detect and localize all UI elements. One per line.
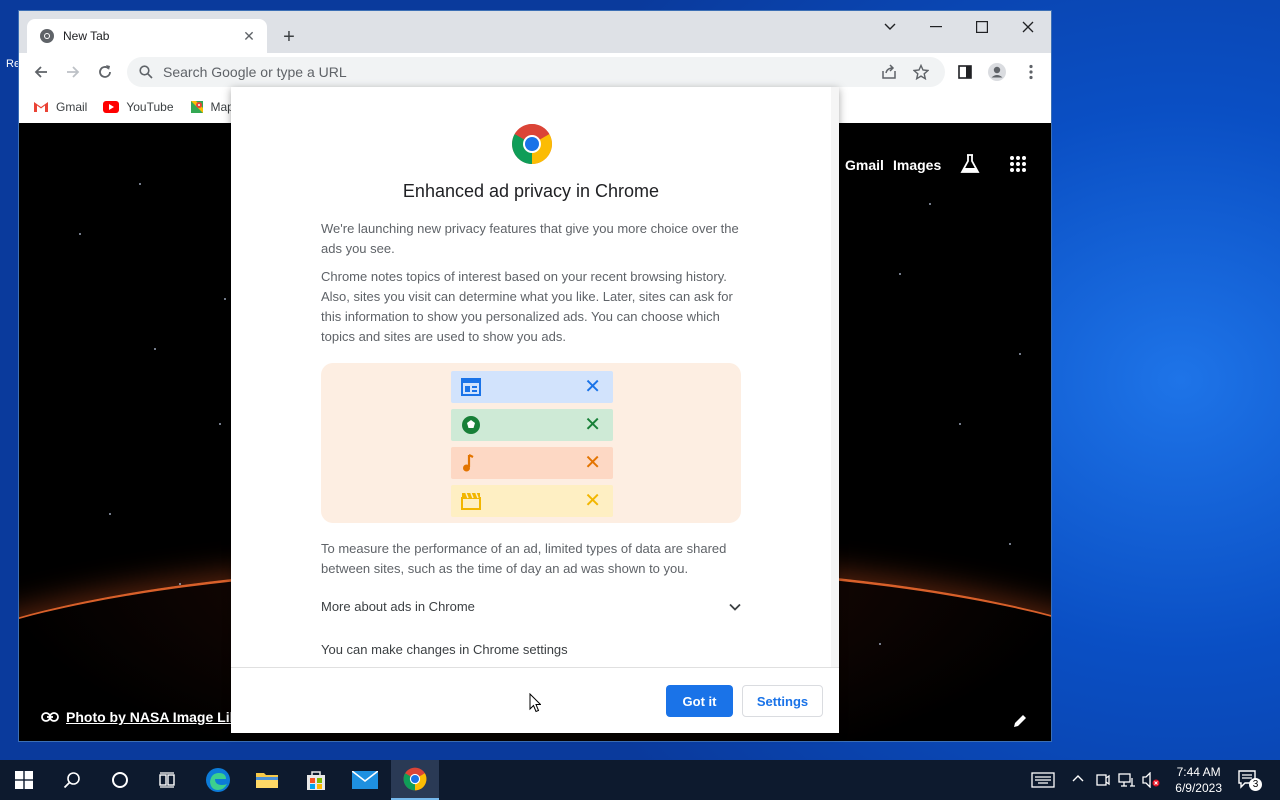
task-view-icon: [159, 772, 175, 788]
omnibox[interactable]: Search Google or type a URL: [127, 57, 945, 87]
side-panel-icon[interactable]: [953, 60, 977, 84]
taskbar-chrome[interactable]: [391, 760, 439, 800]
taskbar-store[interactable]: [292, 760, 340, 800]
forward-icon[interactable]: [61, 60, 85, 84]
new-tab-button[interactable]: +: [277, 25, 301, 49]
topic-chip-movies: ✕: [451, 485, 613, 517]
maximize-button[interactable]: [959, 13, 1005, 41]
minimize-button[interactable]: [913, 13, 959, 41]
dialog-divider: [231, 667, 839, 668]
bookmark-youtube[interactable]: YouTube: [103, 100, 174, 114]
bookmark-gmail[interactable]: Gmail: [33, 100, 87, 114]
taskbar-file-explorer[interactable]: [243, 760, 291, 800]
more-about-ads-expander[interactable]: More about ads in Chrome: [321, 599, 741, 614]
folder-icon: [256, 773, 278, 788]
share-icon[interactable]: [877, 60, 901, 84]
ntp-gmail-link[interactable]: Gmail: [845, 157, 884, 173]
notification-count-badge: 3: [1249, 778, 1262, 791]
store-bag-icon: [307, 771, 325, 790]
network-icon[interactable]: [1118, 772, 1136, 788]
chrome-favicon-icon: [39, 28, 55, 44]
remove-topic-icon: ✕: [584, 414, 601, 436]
bookmark-star-icon[interactable]: [909, 60, 933, 84]
system-clock[interactable]: 7:44 AM 6/9/2023: [1175, 764, 1222, 796]
toolbar: Search Google or type a URL: [19, 53, 1051, 91]
remove-topic-icon: ✕: [584, 452, 601, 474]
chevron-up-icon[interactable]: [1072, 774, 1084, 782]
taskbar-mail[interactable]: [341, 760, 389, 800]
search-icon: [63, 772, 80, 789]
chrome-logo-icon: [511, 123, 553, 165]
omnibox-placeholder: Search Google or type a URL: [163, 64, 347, 80]
mouse-cursor-icon: [529, 693, 541, 713]
edge-icon: [206, 768, 230, 792]
task-view-button[interactable]: [144, 760, 192, 800]
dialog-title: Enhanced ad privacy in Chrome: [402, 181, 660, 201]
search-button[interactable]: [48, 760, 96, 800]
settings-button[interactable]: Settings: [742, 685, 823, 717]
cortana-circle-icon: [112, 772, 128, 788]
tab-search-icon[interactable]: [867, 13, 913, 41]
reload-icon[interactable]: [93, 60, 117, 84]
remove-topic-icon: ✕: [584, 490, 601, 512]
topic-chip-news: ✕: [451, 371, 613, 403]
cortana-button[interactable]: [96, 760, 144, 800]
news-icon: [461, 378, 481, 396]
action-center-icon[interactable]: 3: [1238, 770, 1262, 791]
profile-avatar-icon[interactable]: [985, 60, 1009, 84]
link-icon: [41, 712, 59, 722]
meet-now-icon[interactable]: [1096, 772, 1110, 788]
apps-grid-icon[interactable]: [1009, 155, 1027, 173]
touch-keyboard-icon[interactable]: [1031, 772, 1055, 788]
clock-date: 6/9/2023: [1175, 781, 1222, 795]
ad-topics-illustration: ✕ ✕ ✕ ✕: [321, 363, 741, 523]
labs-flask-icon[interactable]: [959, 153, 981, 175]
got-it-button[interactable]: Got it: [666, 685, 733, 717]
settings-note: You can make changes in Chrome settings: [321, 642, 568, 657]
music-note-icon: [463, 454, 474, 472]
search-icon: [139, 65, 153, 79]
mail-icon: [352, 771, 378, 789]
topic-chip-sports: ✕: [451, 409, 613, 441]
more-menu-icon[interactable]: [1019, 60, 1043, 84]
windows-logo-icon: [15, 771, 33, 789]
taskbar-edge[interactable]: [194, 760, 242, 800]
youtube-icon: [103, 101, 120, 113]
ad-privacy-dialog: Enhanced ad privacy in Chrome We're laun…: [231, 87, 839, 733]
dialog-scrollbar[interactable]: [831, 87, 839, 667]
start-button[interactable]: [0, 760, 48, 800]
close-window-button[interactable]: [1005, 13, 1051, 41]
topic-chip-music: ✕: [451, 447, 613, 479]
dialog-measurement-text: To measure the performance of an ad, lim…: [321, 541, 727, 576]
tab-new-tab[interactable]: New Tab ✕: [27, 19, 267, 53]
dialog-topics-text: Chrome notes topics of interest based on…: [321, 269, 733, 344]
gmail-icon: [34, 102, 48, 112]
volume-muted-icon[interactable]: [1142, 772, 1160, 788]
remove-topic-icon: ✕: [584, 376, 601, 398]
tab-title: New Tab: [63, 29, 110, 43]
chrome-icon: [403, 767, 427, 791]
taskbar: 7:44 AM 6/9/2023 3: [0, 760, 1280, 800]
customize-pencil-icon[interactable]: [1012, 713, 1028, 729]
maps-icon: [190, 101, 203, 113]
ntp-images-link[interactable]: Images: [893, 157, 941, 173]
chevron-down-icon: [729, 603, 741, 611]
title-bar: New Tab ✕ +: [19, 11, 1051, 53]
close-tab-icon[interactable]: ✕: [241, 28, 257, 44]
back-icon[interactable]: [29, 60, 53, 84]
dialog-intro-text: We're launching new privacy features tha…: [321, 221, 739, 256]
clapperboard-icon: [461, 492, 481, 510]
clock-time: 7:44 AM: [1176, 765, 1221, 779]
soccer-icon: [462, 416, 480, 434]
